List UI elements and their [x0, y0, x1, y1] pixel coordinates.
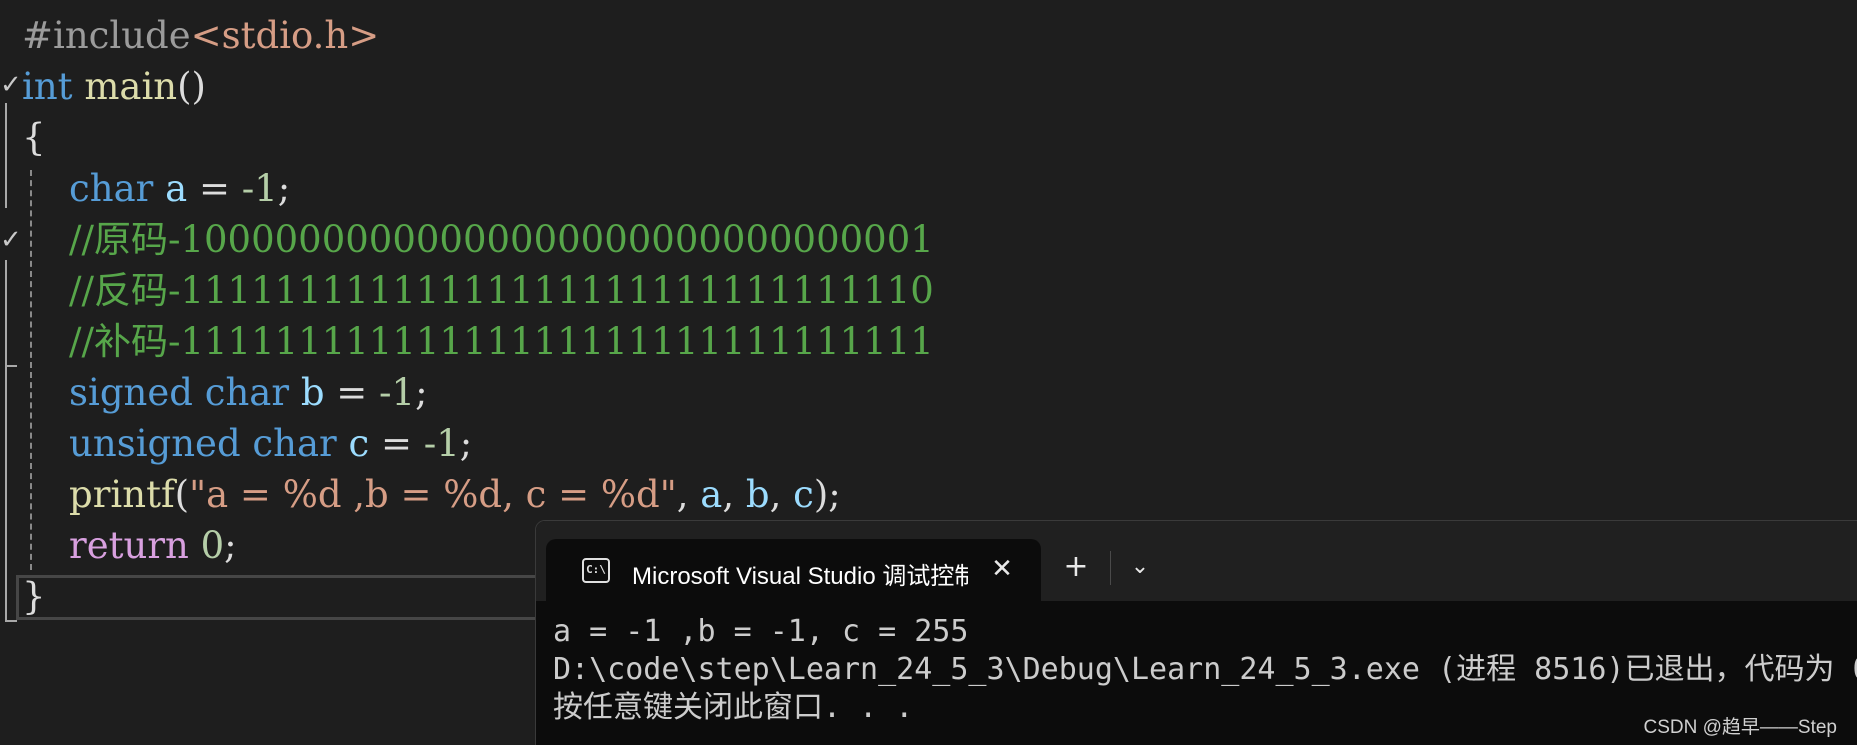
code-line[interactable]: //原码-10000000000000000000000000000001 [22, 214, 934, 265]
code-token: ( [174, 473, 190, 516]
code-line[interactable]: signed char b = -1; [22, 367, 428, 418]
code-line[interactable]: printf("a = %d ,b = %d, c = %d", a, b, c… [22, 469, 841, 520]
code-line[interactable]: unsigned char c = -1; [22, 418, 472, 469]
chevron-down-icon[interactable]: ⌄ [1122, 549, 1158, 585]
code-line[interactable]: int main() [22, 61, 206, 112]
output-line: a = -1 ,b = -1, c = 255 [553, 614, 969, 649]
outline-guide [5, 620, 17, 622]
code-token: -1 [379, 371, 416, 414]
code-line[interactable]: { [22, 112, 46, 163]
code-token: int [22, 65, 73, 108]
code-token: char [69, 167, 154, 210]
code-line[interactable]: //补码-11111111111111111111111111111111 [22, 316, 934, 367]
code-token: //反码-11111111111111111111111111111110 [69, 269, 934, 312]
tab-divider [1110, 551, 1111, 585]
close-tab-icon[interactable]: ✕ [986, 553, 1018, 585]
code-token: = [324, 371, 380, 414]
fold-check-icon[interactable]: ✓ [0, 225, 22, 255]
code-token: main [84, 65, 178, 108]
code-token: , [722, 473, 746, 516]
code-token: -1 [241, 167, 278, 210]
code-token: c [348, 422, 370, 465]
screen: ✓ ✓ #include<stdio.h> int main() { char … [0, 0, 1857, 745]
terminal-icon: C:\ [582, 558, 610, 583]
code-token: #include [22, 14, 191, 57]
code-token: { [22, 116, 46, 159]
code-token: b [745, 473, 770, 516]
outline-guide [5, 103, 7, 208]
code-token: = [369, 422, 424, 465]
code-token: b [300, 371, 325, 414]
code-token: = [187, 167, 242, 210]
code-line[interactable]: char a = -1; [22, 163, 290, 214]
code-token: , [769, 473, 794, 516]
code-token: //原码-10000000000000000000000000000001 [69, 218, 934, 261]
code-line[interactable]: #include<stdio.h> [22, 10, 379, 61]
code-line[interactable]: return 0; [22, 520, 237, 571]
code-token: char [204, 371, 290, 414]
code-token: printf [69, 473, 175, 516]
code-token: //补码-11111111111111111111111111111111 [69, 320, 934, 363]
new-tab-button[interactable]: + [1058, 549, 1094, 585]
code-token: } [22, 575, 46, 618]
code-token: ; [459, 422, 473, 465]
output-line: D:\code\step\Learn_24_5_3\Debug\Learn_24… [553, 652, 1857, 687]
csdn-watermark: CSDN @趋早——Step [1643, 717, 1838, 738]
code-token: ; [415, 371, 428, 414]
code-line[interactable]: //反码-11111111111111111111111111111110 [22, 265, 934, 316]
code-token: signed [69, 371, 193, 414]
code-token: return [69, 524, 189, 567]
code-token: a [165, 167, 188, 210]
console-output[interactable]: a = -1 ,b = -1, c = 255 D:\code\step\Lea… [553, 613, 1857, 727]
code-token: a [700, 473, 723, 516]
fold-check-icon[interactable]: ✓ [0, 70, 22, 100]
code-token: ); [813, 473, 841, 516]
code-token: <stdio.h> [190, 14, 380, 57]
code-token: ; [277, 167, 291, 210]
code-token: , [676, 473, 701, 516]
code-token: () [177, 65, 206, 108]
code-token: unsigned [69, 422, 241, 465]
code-token: 0 [200, 524, 225, 567]
code-token: ; [224, 524, 237, 567]
tab-title: Microsoft Visual Studio 调试控制台 [632, 563, 968, 590]
console-titlebar[interactable]: C:\ Microsoft Visual Studio 调试控制台 ✕ + ⌄ [536, 521, 1857, 601]
outline-guide [5, 365, 17, 367]
code-token: c [793, 473, 814, 516]
console-tab[interactable]: C:\ Microsoft Visual Studio 调试控制台 ✕ [546, 539, 1041, 601]
code-token: char [252, 422, 337, 465]
outline-guide [5, 260, 7, 622]
code-token: -1 [423, 422, 460, 465]
code-token: "a = %d ,b = %d, c = %d" [189, 473, 677, 516]
code-line[interactable]: } [22, 571, 46, 622]
